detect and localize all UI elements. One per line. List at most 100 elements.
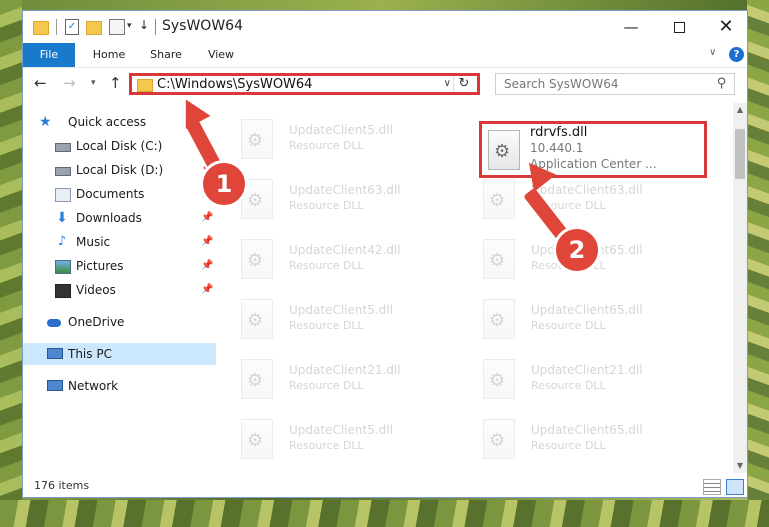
sidebar-item-label: Quick access [68, 115, 147, 129]
file-type: Resource DLL [531, 319, 606, 332]
sidebar-item-documents[interactable]: Documents 📌 [23, 183, 216, 205]
onedrive-icon [47, 319, 61, 327]
step-badge-2: 2 [553, 226, 601, 274]
desktop-background-right [747, 0, 769, 527]
star-icon: ★ [39, 114, 52, 130]
vertical-scrollbar[interactable]: ▲ ▼ [733, 103, 747, 473]
list-item[interactable]: ⚙ UpdateClient65.dll Resource DLL [461, 295, 691, 347]
dll-file-icon: ⚙ [241, 299, 273, 339]
file-type: Resource DLL [531, 379, 606, 392]
navigation-pane: ★ Quick access Local Disk (C:) 📌 Local D… [23, 103, 216, 473]
sidebar-item-label: Local Disk (D:) [76, 163, 164, 177]
tab-file[interactable]: File [23, 43, 75, 67]
address-history-chevron-icon[interactable]: ∨ [444, 78, 451, 89]
file-name: UpdateClient5.dll [289, 423, 393, 437]
sidebar-item-label: Downloads [76, 211, 142, 225]
dll-file-icon: ⚙ [241, 239, 273, 279]
gear-icon: ⚙ [247, 250, 264, 271]
chevron-down-icon[interactable]: ▾ [127, 21, 132, 37]
tab-view[interactable]: View [199, 43, 243, 67]
sidebar-item-downloads[interactable]: ⬇ Downloads 📌 [23, 207, 216, 229]
recent-locations-chevron-icon[interactable]: ▾ [91, 78, 96, 88]
sidebar-item-pictures[interactable]: Pictures 📌 [23, 255, 216, 277]
forward-arrow-icon[interactable]: → [63, 74, 76, 92]
disk-icon [55, 167, 71, 176]
scroll-thumb[interactable] [735, 129, 745, 179]
sidebar-item-local-disk-c[interactable]: Local Disk (C:) 📌 [23, 135, 216, 157]
search-input[interactable]: Search SysWOW64 [504, 77, 618, 91]
file-type: Resource DLL [289, 259, 364, 272]
up-arrow-icon[interactable]: ↑ [109, 74, 122, 92]
file-type: Resource DLL [289, 139, 364, 152]
gear-icon: ⚙ [489, 430, 506, 451]
file-name: rdrvfs.dll [530, 125, 588, 140]
list-item[interactable]: ⚙ UpdateClient5.dll Resource DLL [219, 415, 449, 467]
scroll-down-icon[interactable]: ▼ [733, 459, 747, 473]
gear-icon: ⚙ [489, 370, 506, 391]
gear-icon: ⚙ [494, 141, 511, 162]
pin-icon[interactable]: 📌 [201, 231, 213, 253]
list-item[interactable]: ⚙ UpdateClient5.dll Resource DLL [219, 295, 449, 347]
back-arrow-icon[interactable]: ← [34, 74, 47, 92]
music-icon: ♪ [57, 234, 67, 249]
details-view-icon[interactable] [703, 479, 721, 495]
refresh-icon[interactable]: ↻ [453, 76, 474, 92]
sidebar-item-label: Videos [76, 283, 116, 297]
close-button[interactable]: ✕ [703, 13, 749, 41]
expand-ribbon-chevron-icon[interactable]: ∨ [709, 47, 716, 58]
customize-toolbar-icon[interactable]: ↓ [139, 18, 149, 34]
file-version: 10.440.1 [530, 141, 584, 155]
file-name: UpdateClient5.dll [289, 123, 393, 137]
file-name: UpdateClient21.dll [531, 363, 643, 377]
quick-access-properties-icon[interactable] [109, 19, 125, 35]
list-item[interactable]: ⚙ UpdateClient65.dll Resource DLL [461, 415, 691, 467]
item-count: 176 items [34, 479, 90, 492]
file-type: Resource DLL [531, 439, 606, 452]
gear-icon: ⚙ [247, 430, 264, 451]
file-type: Resource DLL [289, 439, 364, 452]
properties-check-icon[interactable]: ✓ [65, 19, 79, 35]
gear-icon: ⚙ [247, 130, 264, 151]
sidebar-item-onedrive[interactable]: OneDrive [23, 311, 216, 333]
large-icons-view-icon[interactable] [726, 479, 744, 495]
pin-icon[interactable]: 📌 [201, 207, 213, 229]
help-icon[interactable]: ? [729, 47, 744, 62]
ribbon-tabs: File Home Share View ∨ ? [23, 43, 747, 68]
dll-file-icon: ⚙ [483, 179, 515, 219]
tab-share[interactable]: Share [141, 43, 191, 67]
scroll-up-icon[interactable]: ▲ [733, 103, 747, 117]
sidebar-item-local-disk-d[interactable]: Local Disk (D:) 📌 [23, 159, 216, 181]
download-icon: ⬇ [56, 210, 68, 226]
toolbar-separator [56, 19, 57, 35]
window-title: SysWOW64 [162, 18, 243, 34]
address-path[interactable]: C:\Windows\SysWOW64 [157, 77, 312, 92]
dll-file-icon: ⚙ [483, 419, 515, 459]
dll-file-icon: ⚙ [488, 130, 520, 170]
file-name: UpdateClient42.dll [289, 243, 401, 257]
search-icon: ⚲ [717, 76, 727, 91]
tab-home[interactable]: Home [83, 43, 135, 67]
sidebar-item-label: Local Disk (C:) [76, 139, 163, 153]
list-item[interactable]: ⚙ UpdateClient21.dll Resource DLL [461, 355, 691, 407]
address-bar[interactable]: C:\Windows\SysWOW64 ∨ ↻ [129, 73, 480, 95]
maximize-button[interactable] [656, 13, 702, 41]
status-bar: 176 items [23, 475, 747, 497]
sidebar-item-music[interactable]: ♪ Music 📌 [23, 231, 216, 253]
list-item[interactable]: ⚙ UpdateClient5.dll Resource DLL [219, 115, 449, 167]
pictures-icon [55, 260, 71, 274]
sidebar-item-label: Music [76, 235, 111, 249]
pin-icon[interactable]: 📌 [201, 279, 213, 301]
search-box[interactable]: Search SysWOW64 ⚲ [495, 73, 735, 95]
sidebar-item-videos[interactable]: Videos 📌 [23, 279, 216, 301]
list-item[interactable]: ⚙ UpdateClient21.dll Resource DLL [219, 355, 449, 407]
new-folder-icon[interactable] [86, 21, 102, 35]
pin-icon[interactable]: 📌 [201, 255, 213, 277]
highlighted-file-rdrvfs[interactable]: ⚙ rdrvfs.dll 10.440.1 Application Center… [479, 121, 707, 178]
minimize-button[interactable]: — [608, 13, 654, 41]
list-item[interactable]: ⚙ UpdateClient42.dll Resource DLL [219, 235, 449, 287]
sidebar-item-this-pc[interactable]: This PC [23, 343, 216, 365]
folder-icon [33, 21, 49, 35]
sidebar-item-network[interactable]: Network [23, 375, 216, 397]
list-item[interactable]: ⚙ UpdateClient63.dll Resource DLL [461, 175, 691, 227]
list-item[interactable]: ⚙ UpdateClient63.dll Resource DLL [219, 175, 449, 227]
